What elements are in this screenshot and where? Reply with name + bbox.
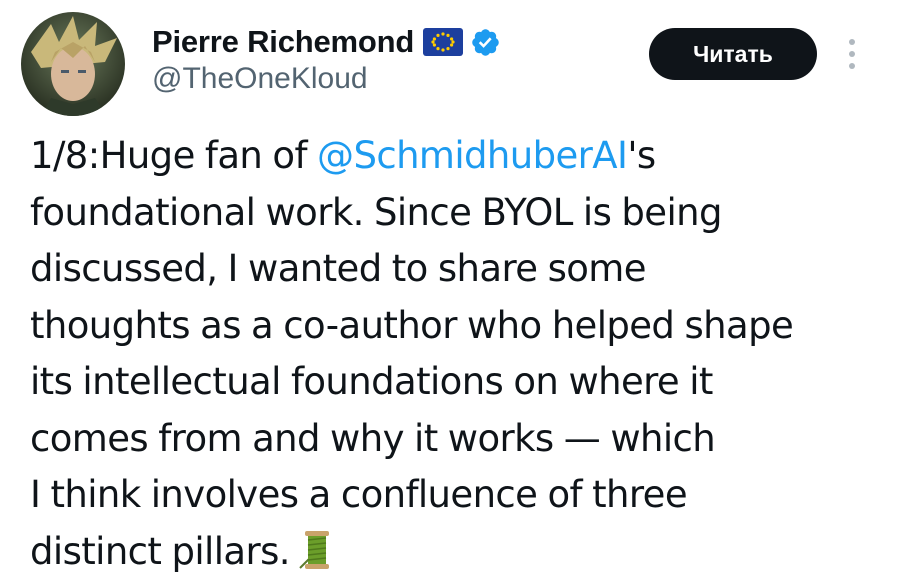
display-name[interactable]: Pierre Richemond [152, 24, 414, 60]
tweet-line-3: discussed, I wanted to share some [30, 247, 646, 290]
tweet-line-5: its intellectual foundations on where it [30, 360, 713, 403]
follow-button[interactable]: Читать [649, 28, 817, 80]
tweet-line-1: 1/8:Huge fan of @SchmidhuberAI's [30, 128, 890, 185]
avatar[interactable] [21, 12, 125, 116]
thread-spool-icon [296, 528, 336, 572]
verified-badge-icon[interactable] [470, 27, 501, 58]
tweet-text: 1/8:Huge fan of @SchmidhuberAI's foundat… [30, 128, 890, 580]
tweet-line-2: foundational work. Since BYOL is being [30, 190, 722, 234]
tweet-line-1-prefix: 1/8:Huge fan of [30, 134, 318, 177]
tweet-line-6: comes from and why it works — which [30, 416, 716, 460]
more-vertical-icon[interactable] [842, 36, 862, 72]
mention-link[interactable]: @SchmidhuberAI [317, 134, 628, 177]
eu-flag-icon [423, 28, 464, 56]
tweet-line-8-text: distinct pillars. [30, 529, 291, 573]
tweet-line-8: distinct pillars. [30, 524, 890, 581]
author-handle[interactable]: @TheOneKloud [152, 62, 368, 96]
tweet-line-7: I think involves a confluence of three [30, 473, 688, 516]
author-name-row: Pierre Richemond [152, 22, 501, 62]
tweet-line-1-suffix: 's [627, 134, 656, 177]
tweet-line-4: thoughts as a co-author who helped shape [30, 303, 794, 347]
